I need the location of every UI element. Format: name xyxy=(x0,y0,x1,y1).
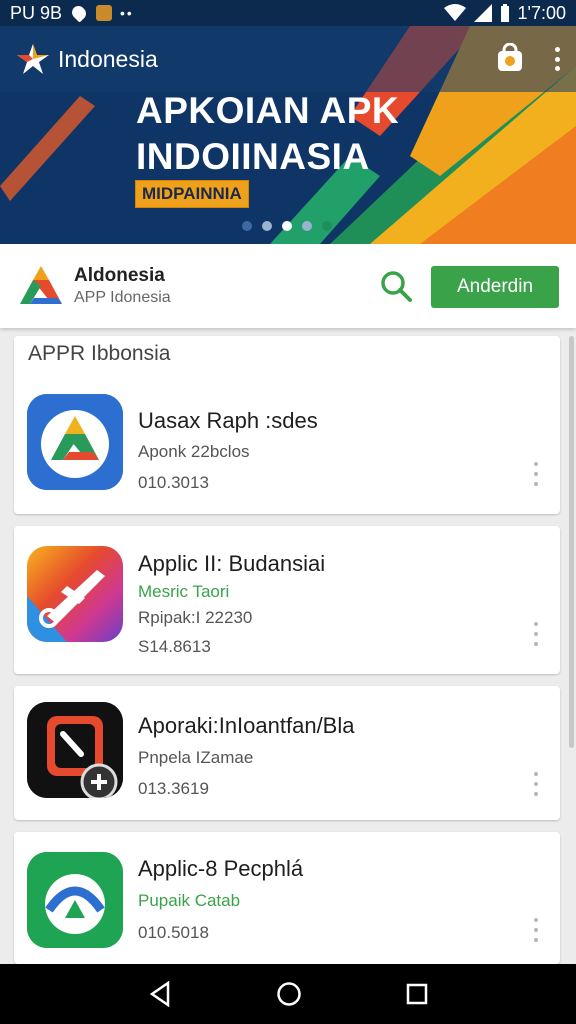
carousel-indicator[interactable] xyxy=(242,221,332,231)
list-item-line: Pnpela IZamae xyxy=(138,748,254,767)
top-app-bar: Indonesia xyxy=(0,26,576,92)
banner-headline: APKOIAN APK INDOIINASIA xyxy=(136,88,399,180)
recents-icon[interactable] xyxy=(406,983,428,1005)
status-time: 1'7:00 xyxy=(517,2,566,23)
system-nav-bar xyxy=(0,964,576,1024)
list-item-line: S14.8613 xyxy=(138,637,211,656)
airplane-satellite-icon[interactable] xyxy=(27,546,123,642)
status-left-text: PU 9B xyxy=(10,2,63,23)
list-item-title[interactable]: Aporaki:InIoantfan/Bla xyxy=(138,713,354,739)
carousel-dot[interactable] xyxy=(262,221,272,231)
google-drive-like-icon[interactable] xyxy=(27,394,123,490)
list-item-green-line: Mesric Taori xyxy=(138,582,230,601)
wifi-icon xyxy=(443,4,466,21)
list-item-line: Rpipak:I 22230 xyxy=(138,608,253,627)
install-button[interactable]: Anderdin xyxy=(431,266,559,308)
list-item-line: Aponk 22bclos xyxy=(138,442,250,461)
list-item-line: 013.3619 xyxy=(138,779,209,798)
back-icon[interactable] xyxy=(148,981,172,1007)
carousel-dot[interactable] xyxy=(322,221,332,231)
list-item-line: 010.3013 xyxy=(138,473,209,492)
app-subtitle: APP Idonesia xyxy=(74,289,171,306)
headline-line-2: INDOIINASIA xyxy=(136,136,370,177)
app-notification-icon xyxy=(96,5,113,21)
list-item-title[interactable]: Applic-8 Pecphlá xyxy=(138,856,303,882)
headline-line-1: APKOIAN APK xyxy=(136,90,400,131)
list-item-line: 010.5018 xyxy=(138,923,209,942)
search-icon[interactable] xyxy=(378,268,414,304)
list-item-green-line: Pupaik Catab xyxy=(138,891,241,910)
item-overflow-icon[interactable] xyxy=(533,462,539,486)
item-overflow-icon[interactable] xyxy=(533,622,539,646)
item-overflow-icon[interactable] xyxy=(533,772,539,796)
carousel-dot[interactable] xyxy=(302,221,312,231)
shopping-bag-icon[interactable] xyxy=(494,43,526,75)
carousel-dot-active[interactable] xyxy=(282,221,292,231)
app-name: Aldonesia xyxy=(74,265,165,286)
cloud-arrow-icon[interactable] xyxy=(27,852,123,948)
banner-tag: MIDPAINNIA xyxy=(135,180,249,208)
app-logo-icon xyxy=(20,266,62,304)
clock-add-icon[interactable] xyxy=(27,702,123,798)
brand-star-icon xyxy=(17,44,49,74)
list-item-title[interactable]: Applic II: Budansiai xyxy=(138,551,325,577)
overflow-menu-icon[interactable] xyxy=(554,47,560,71)
list-item-title[interactable]: Uasax Raph :sdes xyxy=(138,408,318,434)
heart-icon xyxy=(69,3,89,23)
section-title: APPR Ibbonsia xyxy=(28,342,171,365)
scrollbar[interactable] xyxy=(569,336,574,748)
brand-title: Indonesia xyxy=(58,45,158,72)
home-icon[interactable] xyxy=(276,981,302,1007)
more-dots-icon: •• xyxy=(120,5,134,21)
signal-icon xyxy=(473,4,492,22)
carousel-dot[interactable] xyxy=(242,221,252,231)
hero-banner[interactable]: Indonesia APKOIAN APK INDOIINASIA MIDPAI… xyxy=(0,26,576,244)
battery-icon xyxy=(500,4,509,22)
item-overflow-icon[interactable] xyxy=(533,918,539,942)
status-bar: PU 9B •• 1'7:00 xyxy=(0,0,576,26)
